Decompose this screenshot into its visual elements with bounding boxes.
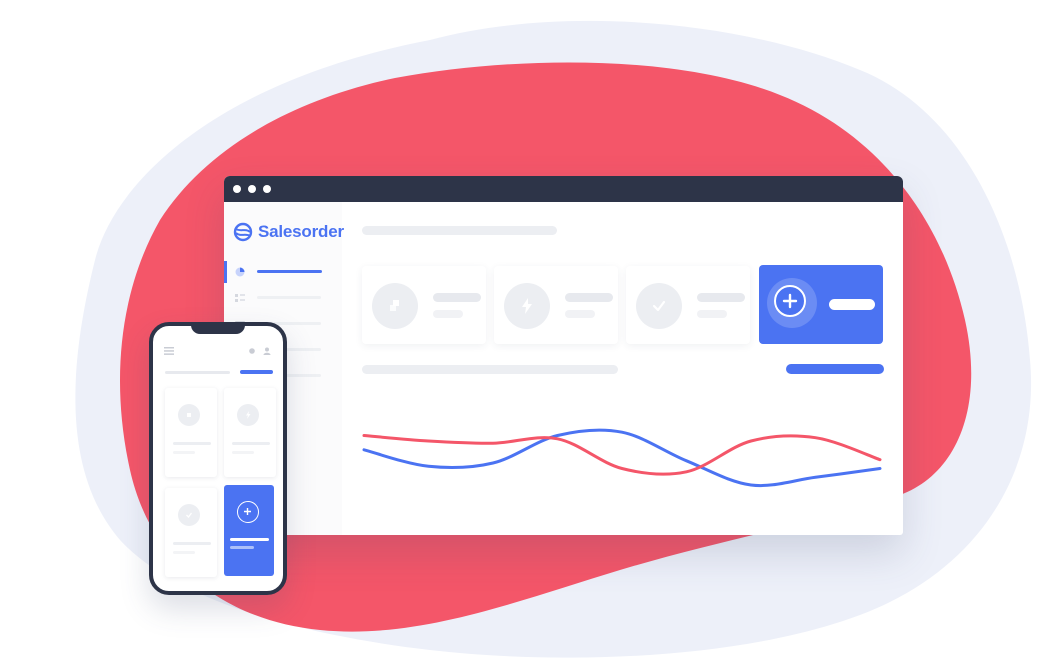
sidebar-item-label: [257, 270, 322, 273]
stat-label-placeholder: [433, 310, 463, 318]
stat-card[interactable]: [362, 266, 486, 344]
stat-label-placeholder: [697, 310, 727, 318]
list-icon: [235, 294, 245, 302]
add-sublabel-placeholder: [230, 546, 254, 549]
check-icon: [652, 300, 666, 312]
window-dot-icon: [233, 185, 241, 193]
cube-icon: [390, 300, 399, 311]
sidebar-item-orders[interactable]: [224, 287, 342, 309]
add-ring: [767, 278, 817, 328]
cube-icon: [187, 413, 191, 417]
stat-icon-circle: [504, 283, 550, 329]
stat-icon-circle: [178, 404, 200, 426]
stat-value-placeholder: [697, 293, 745, 302]
chart-filter-button[interactable]: [786, 364, 884, 374]
stat-value-placeholder: [173, 442, 211, 445]
check-icon: [186, 512, 193, 518]
notification-icon[interactable]: [249, 348, 255, 354]
stat-card[interactable]: [626, 266, 750, 344]
stat-value-placeholder: [173, 542, 211, 545]
illustration: Salesorder: [0, 0, 1042, 671]
app-logo[interactable]: Salesorder: [233, 222, 344, 242]
plus-icon: [782, 293, 798, 309]
lightning-icon: [522, 298, 532, 314]
stat-label-placeholder: [173, 451, 195, 454]
menu-icon[interactable]: [164, 347, 174, 355]
stat-card[interactable]: [494, 266, 618, 344]
chart-series-line-1: [362, 428, 882, 488]
chart-title-placeholder: [362, 365, 618, 374]
phone-stat-card[interactable]: [224, 388, 276, 477]
stat-icon-circle: [372, 283, 418, 329]
stat-icon-circle: [636, 283, 682, 329]
stat-label-placeholder: [173, 551, 195, 554]
add-circle: [237, 501, 259, 523]
app-name: Salesorder: [258, 222, 344, 241]
browser-window: Salesorder: [224, 176, 903, 535]
sidebar-item-label: [257, 296, 321, 299]
stat-icon-circle: [237, 404, 259, 426]
phone-add-order-button[interactable]: [224, 485, 274, 576]
window-dot-icon: [263, 185, 271, 193]
add-circle: [774, 285, 806, 317]
stat-label-placeholder: [565, 310, 595, 318]
plus-icon: [244, 508, 251, 515]
stat-value-placeholder: [433, 293, 481, 302]
add-label-placeholder: [829, 299, 875, 310]
phone-stat-card[interactable]: [165, 488, 217, 577]
salesorder-logo-icon: [233, 222, 253, 242]
phone-mockup: [149, 322, 287, 595]
stat-value-placeholder: [232, 442, 270, 445]
phone-title-placeholder: [165, 371, 230, 374]
stat-value-placeholder: [565, 293, 613, 302]
add-order-button[interactable]: [759, 265, 883, 344]
page-title-placeholder: [362, 226, 557, 235]
lightning-icon: [246, 411, 251, 419]
add-label-placeholder: [230, 538, 269, 541]
pie-chart-icon: [235, 267, 245, 277]
phone-stat-card[interactable]: [165, 388, 217, 477]
stat-label-placeholder: [232, 451, 254, 454]
stat-icon-circle: [178, 504, 200, 526]
sidebar-item-dashboard[interactable]: [224, 261, 342, 283]
phone-action-link[interactable]: [240, 370, 273, 374]
phone-notch: [191, 326, 245, 334]
window-titlebar: [224, 176, 903, 202]
window-dot-icon: [248, 185, 256, 193]
user-icon[interactable]: [263, 347, 271, 355]
line-chart: [362, 428, 882, 488]
